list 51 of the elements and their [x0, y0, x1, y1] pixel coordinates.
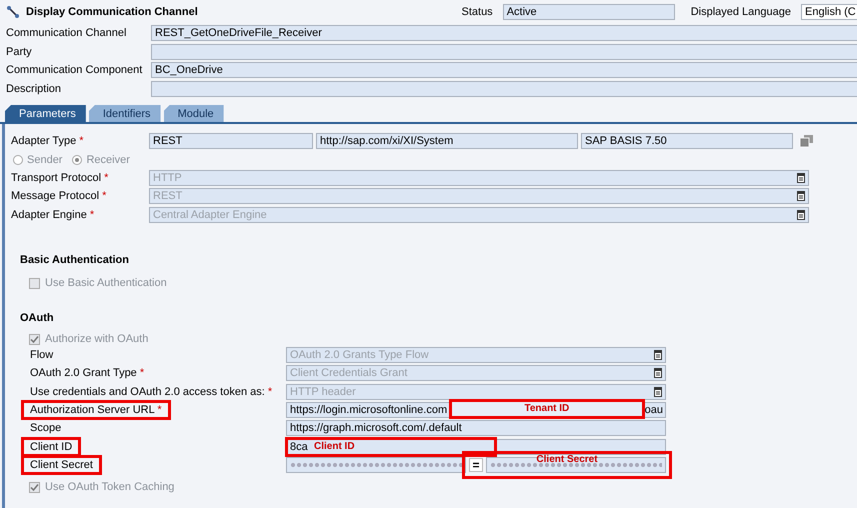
- password-field[interactable]: [486, 456, 666, 473]
- section-heading: Basic Authentication: [19, 254, 130, 268]
- radio-option[interactable]: Sender: [13, 154, 62, 166]
- input-field[interactable]: REST_GetOneDriveFile_Receiver: [151, 25, 857, 42]
- radio-option[interactable]: Receiver: [72, 154, 130, 166]
- password-field[interactable]: [286, 456, 466, 473]
- checkbox-option[interactable]: Authorize with OAuth: [5, 332, 857, 346]
- field-label: Client ID: [21, 436, 82, 457]
- field-label: Message Protocol *: [11, 190, 108, 202]
- input-field[interactable]: https://login.microsoftonline.com Tenant ID oau: [286, 402, 666, 418]
- field-label: Communication Component: [6, 64, 144, 76]
- status-label: Status: [462, 6, 493, 18]
- input-field[interactable]: BC_OneDrive: [151, 62, 857, 78]
- copy-icon[interactable]: [800, 135, 813, 148]
- input-field[interactable]: [151, 44, 857, 60]
- field-label: Description: [6, 82, 62, 95]
- field-label: Transport Protocol *: [11, 172, 110, 184]
- channel-icon: [6, 5, 20, 19]
- tab[interactable]: Identifiers: [88, 105, 161, 122]
- confirm-button[interactable]: =: [469, 458, 483, 472]
- input-field[interactable]: https://graph.microsoft.com/.default: [286, 420, 666, 436]
- field-label: Use credentials and OAuth 2.0 access token as: *: [29, 384, 274, 400]
- field-label: OAuth 2.0 Grant Type *: [29, 366, 146, 382]
- checkbox[interactable]: [29, 334, 40, 344]
- language-field[interactable]: English (C: [801, 4, 857, 20]
- field-label: Flow: [29, 348, 54, 364]
- field-label: Authorization Server URL *: [21, 400, 171, 420]
- checkbox[interactable]: [29, 482, 40, 493]
- checkbox-option[interactable]: Use OAuth Token Caching: [5, 480, 857, 494]
- field-label: Scope: [29, 421, 62, 436]
- field-label: Adapter Type *: [11, 135, 85, 148]
- radio-button[interactable]: [72, 154, 82, 164]
- input-field[interactable]: 8ca Client ID: [286, 438, 666, 455]
- field-label: Adapter Engine *: [11, 208, 96, 221]
- section-heading: OAuth: [19, 312, 55, 326]
- input-field[interactable]: http://sap.com/xi/XI/System: [316, 133, 578, 150]
- input-field[interactable]: [151, 80, 857, 97]
- field-label: Client Secret: [21, 454, 102, 475]
- checkbox[interactable]: [29, 278, 40, 288]
- language-label: Displayed Language: [690, 6, 791, 18]
- tab[interactable]: Module: [164, 105, 224, 122]
- window-title: Display Communication Channel: [26, 6, 198, 18]
- checkbox-option[interactable]: Use Basic Authentication: [5, 276, 857, 290]
- redaction-box: Tenant ID: [449, 399, 645, 420]
- field-label: Communication Channel: [6, 27, 128, 40]
- field-label: Party: [6, 46, 33, 58]
- tab[interactable]: Parameters: [5, 105, 86, 122]
- status-field: Active: [502, 4, 675, 20]
- input-field[interactable]: REST: [149, 133, 313, 150]
- radio-button[interactable]: [13, 154, 23, 164]
- input-field[interactable]: SAP BASIS 7.50: [581, 133, 793, 150]
